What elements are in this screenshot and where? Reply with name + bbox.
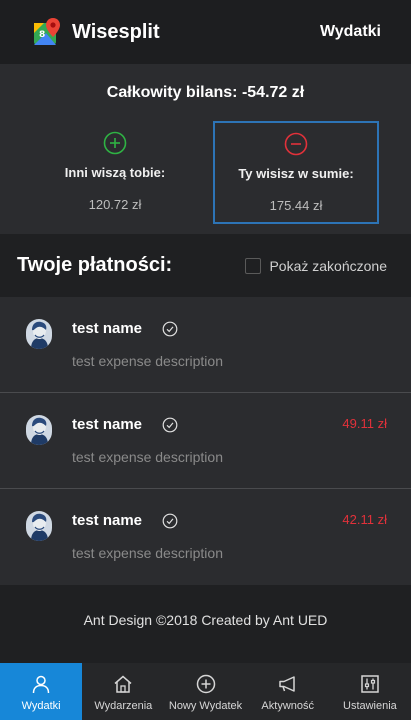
list-item[interactable]: test name test expense description <box>0 297 411 393</box>
header-expenses-link[interactable]: Wydatki <box>320 23 381 41</box>
payer-name: test name <box>72 512 143 529</box>
avatar <box>26 319 52 349</box>
tab-activity[interactable]: Aktywność <box>247 663 329 720</box>
avatar <box>26 415 52 445</box>
home-icon <box>114 675 132 693</box>
you-owe-card[interactable]: Ty wisisz w sumie: 175.44 zł <box>213 121 379 224</box>
expense-amount: 49.11 zł <box>342 416 387 431</box>
total-balance: Całkowity bilans: -54.72 zł <box>106 84 305 101</box>
others-owe-value: 120.72 zł <box>88 197 142 212</box>
payments-title: Twoje płatności: <box>17 254 173 276</box>
check-circle-icon[interactable] <box>162 417 178 433</box>
bottom-tab-bar: Wydatki Wydarzenia Nowy Wydatek Aktywnoś… <box>0 663 411 720</box>
plus-circle-icon <box>196 674 215 694</box>
tab-expenses[interactable]: Wydatki <box>0 663 83 720</box>
payments-list: test name test expense description test … <box>0 297 411 585</box>
megaphone-icon <box>278 676 295 692</box>
tab-label: Wydatki <box>21 700 61 712</box>
tab-settings[interactable]: Ustawienia <box>329 663 411 720</box>
payments-header: Twoje płatności: Pokaż zakończone <box>0 234 411 297</box>
show-completed-checkbox[interactable] <box>245 257 262 274</box>
list-item[interactable]: test name 42.11 zł test expense descript… <box>0 489 411 585</box>
footer: Ant Design ©2018 Created by Ant UED <box>0 585 411 663</box>
you-owe-label: Ty wisisz w sumie: <box>238 166 354 181</box>
expense-description: test expense description <box>72 545 223 561</box>
you-owe-value: 175.44 zł <box>269 198 323 213</box>
tab-label: Nowy Wydatek <box>168 700 243 712</box>
app-header: 8 Wisesplit Wydatki <box>0 0 411 64</box>
tab-new-expense[interactable]: Nowy Wydatek <box>164 663 246 720</box>
others-owe-card[interactable]: Inni wiszą tobie: 120.72 zł <box>32 121 198 224</box>
sliders-icon <box>361 675 379 693</box>
tab-label: Aktywność <box>261 700 314 712</box>
payer-name: test name <box>72 416 143 433</box>
user-icon <box>32 675 50 694</box>
brand[interactable]: 8 Wisesplit <box>32 17 160 47</box>
expense-amount: 42.11 zł <box>342 512 387 527</box>
tab-label: Ustawienia <box>343 700 397 712</box>
maps-logo-icon: 8 <box>34 18 60 45</box>
minus-circle-icon <box>284 132 308 156</box>
footer-text: Ant Design ©2018 Created by Ant UED <box>83 612 328 628</box>
others-owe-label: Inni wiszą tobie: <box>64 165 166 180</box>
plus-circle-icon <box>103 131 127 155</box>
show-completed-label: Pokaż zakończone <box>269 257 387 274</box>
balance-summary: Całkowity bilans: -54.72 zł Inni wiszą t… <box>0 64 411 234</box>
payer-name: test name <box>72 320 143 337</box>
tab-events[interactable]: Wydarzenia <box>82 663 164 720</box>
brand-name: Wisesplit <box>72 20 160 43</box>
svg-text:8: 8 <box>39 30 45 40</box>
check-circle-icon[interactable] <box>162 321 178 337</box>
check-circle-icon[interactable] <box>162 513 178 529</box>
expense-description: test expense description <box>72 353 223 369</box>
expense-description: test expense description <box>72 449 223 465</box>
show-completed-toggle[interactable]: Pokaż zakończone <box>245 257 387 274</box>
avatar <box>26 511 52 541</box>
list-item[interactable]: test name 49.11 zł test expense descript… <box>0 393 411 489</box>
tab-label: Wydarzenia <box>94 700 153 712</box>
